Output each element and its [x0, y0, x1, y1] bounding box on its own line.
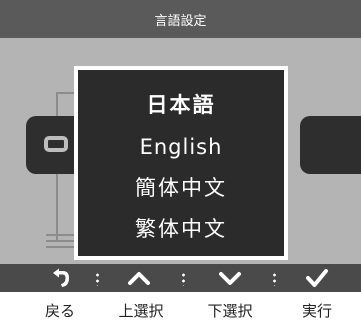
device-screen: 言語設定 日本語 English 簡体中文 繁体中文 [0, 0, 361, 292]
separator [273, 272, 276, 286]
return-arrow-icon[interactable] [48, 267, 72, 289]
separator [182, 272, 185, 286]
background-panel [300, 116, 361, 174]
down-select-button-label: 下選択 [207, 302, 253, 320]
language-dialog: 日本語 English 簡体中文 繁体中文 [74, 66, 288, 260]
up-select-button-label: 上選択 [118, 302, 164, 320]
back-button-label: 戻る [44, 302, 75, 320]
language-option-japanese[interactable]: 日本語 [78, 90, 284, 120]
execute-button-label: 実行 [301, 302, 332, 320]
chevron-up-icon[interactable] [127, 267, 151, 289]
checkmark-icon[interactable] [305, 267, 329, 289]
separator [96, 272, 99, 286]
chevron-down-icon[interactable] [218, 267, 242, 289]
screen-title: 言語設定 [0, 0, 361, 38]
language-option-english[interactable]: English [78, 132, 284, 162]
language-option-traditional-chinese[interactable]: 繁体中文 [78, 214, 284, 244]
control-bar [0, 264, 361, 292]
language-option-simplified-chinese[interactable]: 簡体中文 [78, 173, 284, 203]
